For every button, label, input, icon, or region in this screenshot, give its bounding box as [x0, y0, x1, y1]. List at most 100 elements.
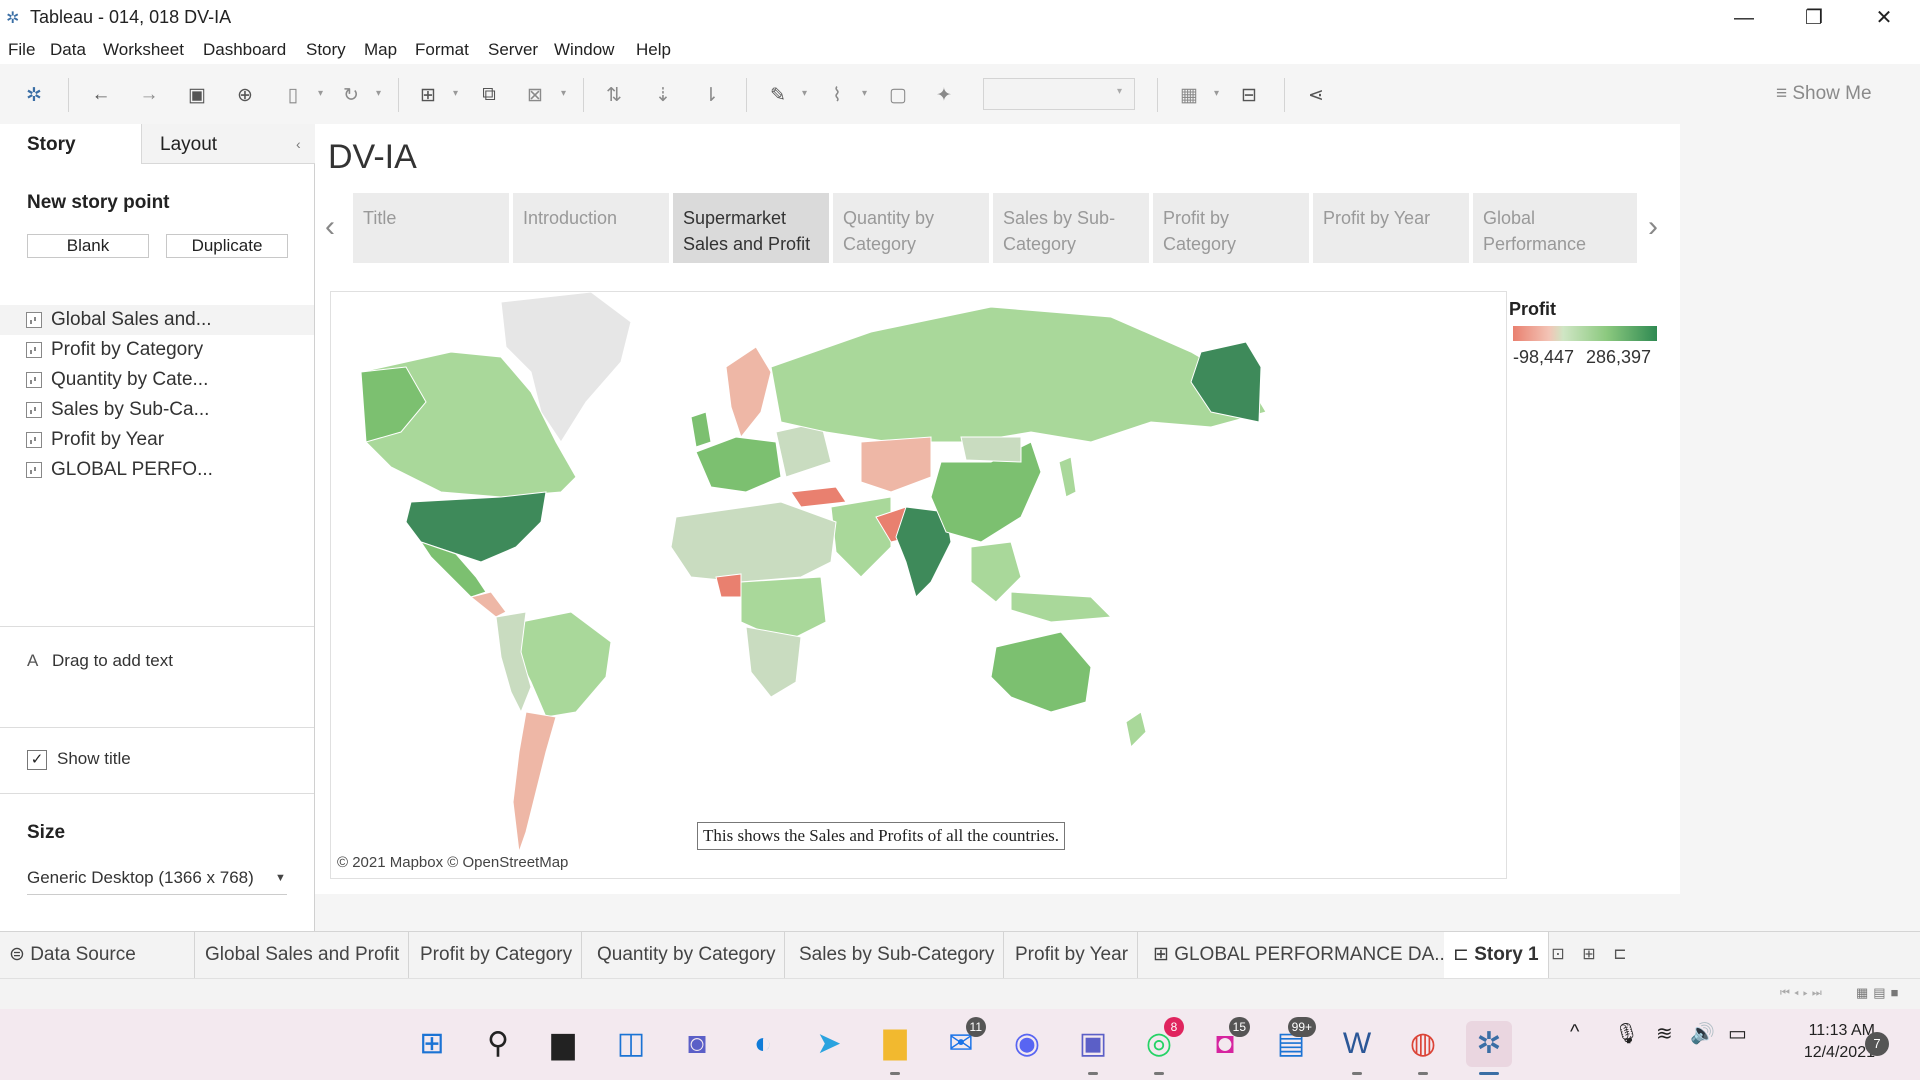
minimize-button[interactable]: —	[1714, 4, 1774, 32]
chevron-down-icon[interactable]: ▾	[318, 88, 323, 99]
chevron-down-icon[interactable]: ▾	[1214, 88, 1219, 99]
word-icon[interactable]: W	[1334, 1021, 1380, 1075]
map-region-middle-east[interactable]	[830, 496, 892, 578]
previous-story-point-icon[interactable]: ‹	[325, 210, 335, 244]
menu-worksheet[interactable]: Worksheet	[103, 40, 184, 60]
menu-map[interactable]: Map	[364, 40, 397, 60]
redo-icon[interactable]: →	[136, 84, 162, 106]
fit-dropdown[interactable]	[983, 78, 1135, 110]
tab-sales-by-sub-category[interactable]: Sales by Sub-Category	[790, 932, 1005, 978]
choropleth-map[interactable]	[331, 292, 1506, 878]
new-worksheet-icon[interactable]: ⊞	[415, 84, 441, 107]
chat-icon[interactable]: ◙	[674, 1021, 720, 1067]
wifi-icon[interactable]: ≋	[1656, 1021, 1673, 1046]
save-icon[interactable]: ▣	[184, 84, 210, 107]
next-story-point-icon[interactable]: ›	[1648, 210, 1658, 244]
file-explorer-icon[interactable]: ▇	[872, 1021, 918, 1075]
map-region-australia[interactable]	[990, 631, 1092, 713]
task-view-icon[interactable]: ▆	[540, 1021, 586, 1067]
sort-ascending-icon[interactable]: ⇣	[650, 84, 676, 107]
refresh-icon[interactable]: ↻	[338, 84, 364, 107]
chevron-down-icon[interactable]: ▾	[453, 88, 458, 99]
sheet-navigation-icons[interactable]: ⏮◂▸⏭	[1780, 987, 1826, 1000]
story-point[interactable]: Introduction	[513, 193, 669, 263]
map-region-turkey[interactable]	[790, 486, 847, 508]
taskbar-time[interactable]: 11:13 AM	[1785, 1022, 1875, 1040]
map-region-central-america[interactable]	[469, 591, 507, 618]
map-region-argentina[interactable]	[512, 711, 557, 853]
instagram-icon[interactable]: ◘ 15	[1202, 1017, 1250, 1067]
drag-to-add-text[interactable]: Drag to add text	[52, 651, 173, 671]
tab-layout-label[interactable]: Layout	[160, 134, 217, 156]
chevron-down-icon[interactable]: ▾	[802, 88, 807, 99]
show-title-checkbox[interactable]: ✓	[27, 750, 47, 770]
tab-quantity-by-category[interactable]: Quantity by Category	[588, 932, 786, 978]
map-region-brazil[interactable]	[515, 611, 612, 718]
mail-icon[interactable]: ✉ 11	[938, 1017, 986, 1067]
story-point[interactable]: Profit by Category	[1153, 193, 1309, 263]
teams-icon[interactable]: ▣	[1070, 1021, 1116, 1075]
discord-icon[interactable]: ◉	[1004, 1021, 1050, 1067]
story-point[interactable]: Title	[353, 193, 509, 263]
map-region-mongolia[interactable]	[960, 436, 1022, 463]
story-point[interactable]: Quantity by Category	[833, 193, 989, 263]
chrome-icon[interactable]: ◍	[1400, 1021, 1446, 1075]
microphone-icon[interactable]: 🎙	[1614, 1021, 1639, 1046]
restore-button[interactable]: ❐	[1784, 4, 1844, 32]
size-select[interactable]: Generic Desktop (1366 x 768)	[27, 868, 254, 888]
labels-icon[interactable]: ▢	[885, 84, 911, 107]
undo-icon[interactable]: ←	[88, 84, 114, 106]
taskbar-date[interactable]: 12/4/2021	[1778, 1044, 1875, 1062]
story-point[interactable]: Supermarket Sales and Profit	[673, 193, 829, 263]
map-region-central-asia[interactable]	[860, 436, 932, 493]
swap-icon[interactable]: ⇅	[601, 84, 627, 107]
chevron-up-icon[interactable]: ^	[1570, 1021, 1579, 1044]
map-region-japan[interactable]	[1058, 456, 1077, 498]
file-app-icon[interactable]: ▤ 99+	[1268, 1017, 1316, 1067]
tab-profit-by-category[interactable]: Profit by Category	[411, 932, 583, 978]
sheet-list-item[interactable]: Profit by Year	[0, 425, 314, 455]
tab-story-label[interactable]: Story	[27, 134, 76, 156]
edge-browser-icon[interactable]: ◐	[740, 1021, 786, 1067]
new-data-source-icon[interactable]: ⊕	[232, 84, 258, 107]
pause-icon[interactable]: ▯	[280, 84, 306, 107]
notification-badge[interactable]: 7	[1865, 1032, 1889, 1056]
map-region-north-africa[interactable]	[670, 501, 837, 583]
menu-help[interactable]: Help	[636, 40, 671, 60]
blank-button[interactable]: Blank	[27, 234, 149, 258]
tableau-logo-icon[interactable]: ✲	[21, 84, 47, 107]
volume-icon[interactable]: 🔊	[1690, 1021, 1715, 1046]
widgets-icon[interactable]: ◫	[608, 1021, 654, 1067]
map-region-scandinavia[interactable]	[725, 346, 772, 439]
sheet-view-icons[interactable]: ▦▤■	[1856, 985, 1903, 1001]
menu-window[interactable]: Window	[554, 40, 614, 60]
menu-file[interactable]: File	[8, 40, 35, 60]
duplicate-button[interactable]: Duplicate	[166, 234, 288, 258]
share-icon[interactable]: ⋖	[1303, 84, 1329, 107]
view-cards-icon[interactable]: ▦	[1176, 84, 1202, 107]
chevron-down-icon[interactable]: ▼	[275, 872, 286, 884]
menu-data[interactable]: Data	[50, 40, 86, 60]
tab-global-sales-and-profit[interactable]: Global Sales and Profit	[196, 932, 410, 978]
pin-icon[interactable]: ✦	[931, 84, 957, 107]
sort-descending-icon[interactable]: ⇂	[698, 84, 724, 107]
sheet-list-item[interactable]: Global Sales and...	[0, 305, 314, 335]
menu-dashboard[interactable]: Dashboard	[203, 40, 286, 60]
sheet-list-item[interactable]: Sales by Sub-Ca...	[0, 395, 314, 425]
chevron-down-icon[interactable]: ▾	[1117, 86, 1122, 97]
map-region-western-europe[interactable]	[695, 436, 782, 493]
map-region-new-zealand[interactable]	[1125, 711, 1147, 749]
close-button[interactable]: ✕	[1854, 4, 1914, 32]
menu-server[interactable]: Server	[488, 40, 538, 60]
menu-format[interactable]: Format	[415, 40, 469, 60]
tab-global-performance-dashboard[interactable]: ⊞ GLOBAL PERFORMANCE DA...	[1144, 932, 1461, 978]
sheet-list-item[interactable]: Quantity by Cate...	[0, 365, 314, 395]
presentation-icon[interactable]: ⊟	[1236, 84, 1262, 107]
clear-icon[interactable]: ⊠	[522, 84, 548, 107]
sheet-list-item[interactable]: Profit by Category	[0, 335, 314, 365]
story-point[interactable]: Sales by Sub- Category	[993, 193, 1149, 263]
map-region-southern-africa[interactable]	[745, 626, 802, 698]
telegram-icon[interactable]: ➤	[806, 1021, 852, 1067]
new-worksheet-icon[interactable]: ⊡	[1543, 944, 1573, 964]
show-me-button[interactable]: ≡ Show Me	[1776, 83, 1872, 105]
